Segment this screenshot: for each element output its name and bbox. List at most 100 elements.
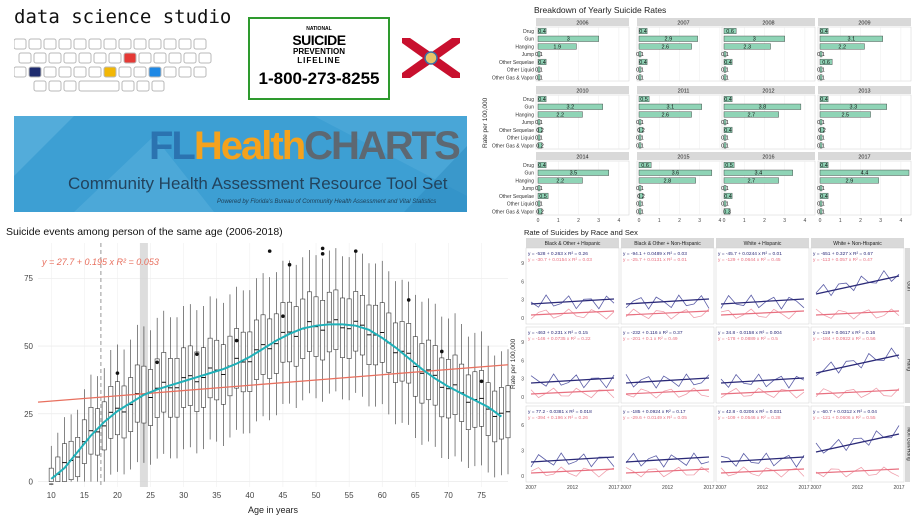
navy-equation: y = -94.1 + 0.0489 x R² = 0.03 bbox=[623, 251, 687, 257]
pink-equation: y = -30.7 + 0.0154 x R² = 0.03 bbox=[528, 257, 592, 263]
key bbox=[193, 38, 207, 50]
lifeline-phone: 1-800-273-8255 bbox=[258, 69, 380, 88]
category-label: Jump bbox=[522, 186, 534, 192]
bar-label: 2.2 bbox=[556, 112, 564, 118]
panel-bg bbox=[636, 26, 731, 82]
navy-equation: y = -651 + 0.327 x R² = 0.67 bbox=[813, 251, 873, 257]
y-tick: 6 bbox=[521, 358, 524, 364]
bar-label: 0.1 bbox=[721, 75, 729, 81]
panel-bg bbox=[721, 26, 816, 82]
bar-label: 0.4 bbox=[820, 163, 828, 169]
pink-equation: y = -394 + 0.196 x R² = 0.26 bbox=[528, 415, 588, 421]
category-label: Jump bbox=[522, 120, 534, 126]
x-tick: 2 bbox=[678, 218, 681, 224]
x-tick: 0 bbox=[723, 218, 726, 224]
bar-label: 0.1 bbox=[535, 75, 543, 81]
x-tick: 1 bbox=[557, 218, 560, 224]
key bbox=[123, 52, 137, 64]
bar-label: 0.6 bbox=[822, 60, 830, 66]
key bbox=[151, 80, 165, 92]
florida-flag-icon bbox=[402, 38, 460, 78]
bar-label: 0.4 bbox=[538, 60, 546, 66]
facet-row-label: Non Gun/Hang bbox=[906, 427, 911, 461]
facet-year: 2010 bbox=[576, 88, 588, 94]
bar-label: 0.2 bbox=[536, 143, 544, 149]
key bbox=[48, 52, 62, 64]
regression-annotation: y = 27.7 + 0.195 x R² = 0.053 bbox=[41, 257, 159, 267]
navy-equation: y = -45.7 + 0.0244 x R² = 0.01 bbox=[718, 251, 782, 257]
facet-column-label: Black & Other + Hispanic bbox=[545, 241, 601, 247]
x-tick: 60 bbox=[378, 491, 387, 500]
x-tick: 2007 bbox=[715, 485, 726, 491]
key bbox=[148, 38, 162, 50]
bar-label: 0.4 bbox=[724, 97, 732, 103]
x-tick: 70 bbox=[444, 491, 453, 500]
bar-label: 0.4 bbox=[538, 29, 546, 35]
key bbox=[138, 52, 152, 64]
outlier-point bbox=[281, 314, 285, 318]
bar-label: 0.1 bbox=[721, 136, 729, 142]
box bbox=[55, 456, 61, 482]
category-label: Jump bbox=[522, 52, 534, 58]
y-tick: 3 bbox=[521, 448, 524, 454]
facet-year: 2009 bbox=[858, 20, 870, 26]
chart-title: Breakdown of Yearly Suicide Rates bbox=[534, 5, 666, 15]
x-tick: 0 bbox=[638, 218, 641, 224]
x-tick: 4 bbox=[618, 218, 621, 224]
navy-equation: y = 77.2 - 0.0381 x R² = 0.018 bbox=[528, 409, 592, 415]
y-tick: 9 bbox=[521, 261, 524, 267]
facet-year: 2012 bbox=[762, 88, 774, 94]
bar-label: 0.4 bbox=[538, 163, 546, 169]
y-tick: 75 bbox=[24, 274, 33, 283]
bar-facet-chart: Breakdown of Yearly Suicide Rates Rate pe… bbox=[482, 5, 912, 224]
bar-label: 0.1 bbox=[817, 202, 825, 208]
bar-label: 0.1 bbox=[535, 202, 543, 208]
bar-label: 0.1 bbox=[817, 120, 825, 126]
key bbox=[193, 66, 207, 78]
key bbox=[121, 80, 135, 92]
x-tick: 2017 bbox=[893, 485, 904, 491]
bar-label: 0.1 bbox=[535, 136, 543, 142]
key bbox=[63, 80, 77, 92]
bar-label: 0.6 bbox=[641, 163, 649, 169]
lifeline-line2: PREVENTION bbox=[292, 47, 345, 56]
x-axis-label: Age in years bbox=[248, 505, 299, 515]
key bbox=[78, 52, 92, 64]
key bbox=[178, 38, 192, 50]
panel-bg bbox=[535, 26, 630, 82]
bar-label: 0.1 bbox=[721, 120, 729, 126]
box bbox=[48, 467, 54, 482]
bar-label: 2.2 bbox=[556, 178, 564, 184]
banner-title-health: Health bbox=[193, 124, 306, 168]
navy-equation: y = -463 + 0.231 x R² = 0.15 bbox=[528, 330, 588, 336]
bar-label: 2.9 bbox=[665, 37, 673, 43]
x-tick: 2012 bbox=[757, 485, 768, 491]
bar-label: 0.4 bbox=[724, 60, 732, 66]
banner-title: FLHealthCHARTS bbox=[149, 124, 461, 168]
pink-equation: y = -184 + 0.0922 x R² = 0.56 bbox=[813, 336, 876, 342]
x-tick: 2007 bbox=[620, 485, 631, 491]
x-tick: 4 bbox=[719, 218, 722, 224]
x-tick: 55 bbox=[345, 491, 354, 500]
y-tick: 0 bbox=[521, 474, 524, 480]
bar-label: 0.1 bbox=[636, 143, 644, 149]
bar-label: 3.1 bbox=[848, 37, 856, 43]
y-tick: 25 bbox=[24, 410, 33, 419]
panel-bg bbox=[721, 94, 816, 150]
x-tick: 20 bbox=[113, 491, 122, 500]
banner-subtitle: Community Health Assessment Resource Too… bbox=[68, 174, 448, 193]
pink-equation: y = -178 + 0.0889 x R² = 0.5 bbox=[718, 336, 778, 342]
key bbox=[168, 52, 182, 64]
pink-equation: y = -146 + 0.0735 x R² = 0.22 bbox=[528, 336, 591, 342]
bar-label: 2.6 bbox=[661, 112, 669, 118]
bar-label: 2.6 bbox=[661, 44, 669, 50]
facet-column-label: White + Non-Hispanic bbox=[833, 241, 882, 247]
y-tick: 0 bbox=[521, 395, 524, 401]
key bbox=[63, 52, 77, 64]
bar-label: 0.1 bbox=[535, 186, 543, 192]
category-label: Gun bbox=[525, 171, 535, 177]
key bbox=[118, 66, 132, 78]
outlier-point bbox=[320, 246, 325, 251]
x-tick: 0 bbox=[537, 218, 540, 224]
bar-label: 0.1 bbox=[817, 68, 825, 74]
